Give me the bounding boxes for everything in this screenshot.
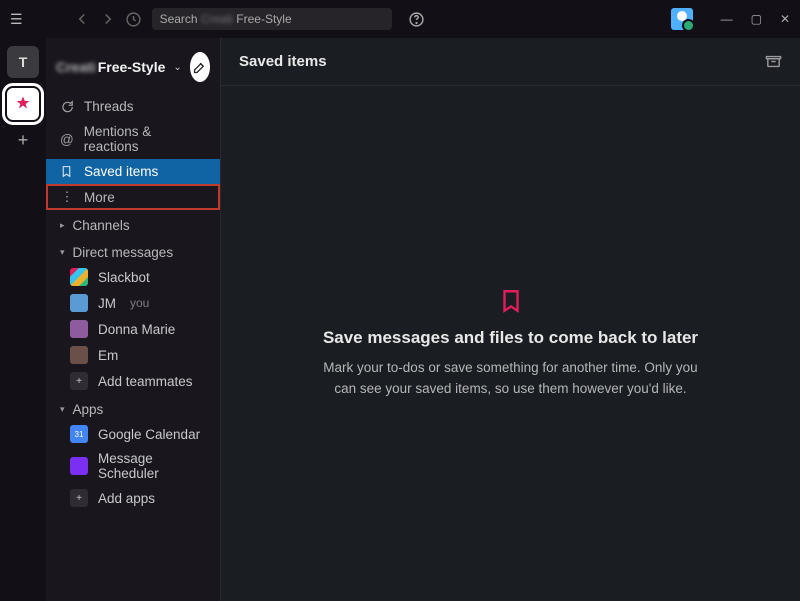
add-workspace-icon[interactable]: + [18, 130, 29, 151]
workspace-item-active[interactable] [7, 88, 39, 120]
sidebar-item-more[interactable]: ⋮ More [46, 184, 220, 210]
empty-heading: Save messages and files to come back to … [323, 328, 698, 348]
sidebar-item-label: More [84, 190, 115, 205]
avatar [70, 346, 88, 364]
avatar [70, 320, 88, 338]
add-teammates-button[interactable]: +Add teammates [46, 368, 220, 394]
sidebar-item-threads[interactable]: Threads [46, 94, 220, 119]
maximize-button[interactable]: ▢ [751, 12, 762, 26]
history-icon[interactable] [125, 11, 142, 28]
app-item-google-calendar[interactable]: Google Calendar [46, 421, 220, 447]
sidebar-item-label: Saved items [84, 164, 158, 179]
avatar [70, 268, 88, 286]
search-input[interactable]: Search Creati Free-Style [152, 8, 392, 30]
empty-body: Mark your to-dos or save something for a… [321, 358, 701, 399]
search-text: Free-Style [236, 12, 291, 26]
dm-item-jm[interactable]: JMyou [46, 290, 220, 316]
threads-icon [60, 100, 74, 114]
bookmark-icon [60, 165, 74, 178]
empty-state: Save messages and files to come back to … [221, 86, 800, 601]
history-nav [73, 10, 142, 28]
window-controls: — ▢ ✕ [721, 12, 790, 26]
chevron-down-icon: ⌄ [173, 62, 181, 73]
add-apps-button[interactable]: +Add apps [46, 485, 220, 511]
app-item-message-scheduler[interactable]: Message Scheduler [46, 447, 220, 485]
dm-item-slackbot[interactable]: Slackbot [46, 264, 220, 290]
caret-right-icon: ▸ [60, 220, 65, 231]
sidebar-item-saved[interactable]: Saved items [46, 159, 220, 184]
dm-item-donna[interactable]: Donna Marie [46, 316, 220, 342]
dm-item-em[interactable]: Em [46, 342, 220, 368]
mentions-icon: @ [60, 132, 74, 147]
section-apps[interactable]: ▾ Apps [46, 394, 220, 421]
section-channels[interactable]: ▸ Channels [46, 210, 220, 237]
caret-down-icon: ▾ [60, 247, 65, 258]
titlebar: ☰ Search Creati Free-Style — ▢ ✕ [0, 0, 800, 38]
archive-icon[interactable] [765, 53, 782, 70]
sidebar-item-label: Threads [84, 99, 134, 114]
workspace-item-t[interactable]: T [7, 46, 39, 78]
sidebar: CreatiFree-Style ⌄ Threads @ Mentions & … [46, 38, 220, 601]
app-icon [70, 425, 88, 443]
user-avatar[interactable] [671, 8, 693, 30]
caret-down-icon: ▾ [60, 404, 65, 415]
minimize-button[interactable]: — [721, 12, 733, 26]
sidebar-item-label: Mentions & reactions [84, 124, 206, 154]
back-icon[interactable] [73, 10, 91, 28]
close-button[interactable]: ✕ [780, 12, 790, 26]
main: Saved items Save messages and files to c… [220, 38, 800, 601]
plus-icon: + [70, 372, 88, 390]
hamburger-icon[interactable]: ☰ [10, 11, 23, 28]
page-title: Saved items [239, 53, 327, 70]
sidebar-item-mentions[interactable]: @ Mentions & reactions [46, 119, 220, 159]
workspace-rail: T + [0, 38, 46, 601]
workspace-switcher[interactable]: CreatiFree-Style ⌄ [46, 46, 220, 94]
more-icon: ⋮ [60, 189, 74, 205]
bookmark-icon [498, 288, 524, 314]
avatar [70, 294, 88, 312]
forward-icon[interactable] [99, 10, 117, 28]
help-icon[interactable] [408, 11, 425, 28]
app-icon [70, 457, 88, 475]
main-header: Saved items [221, 38, 800, 86]
compose-button[interactable] [190, 52, 210, 82]
plus-icon: + [70, 489, 88, 507]
section-dms[interactable]: ▾ Direct messages [46, 237, 220, 264]
search-prefix: Search [160, 12, 198, 26]
